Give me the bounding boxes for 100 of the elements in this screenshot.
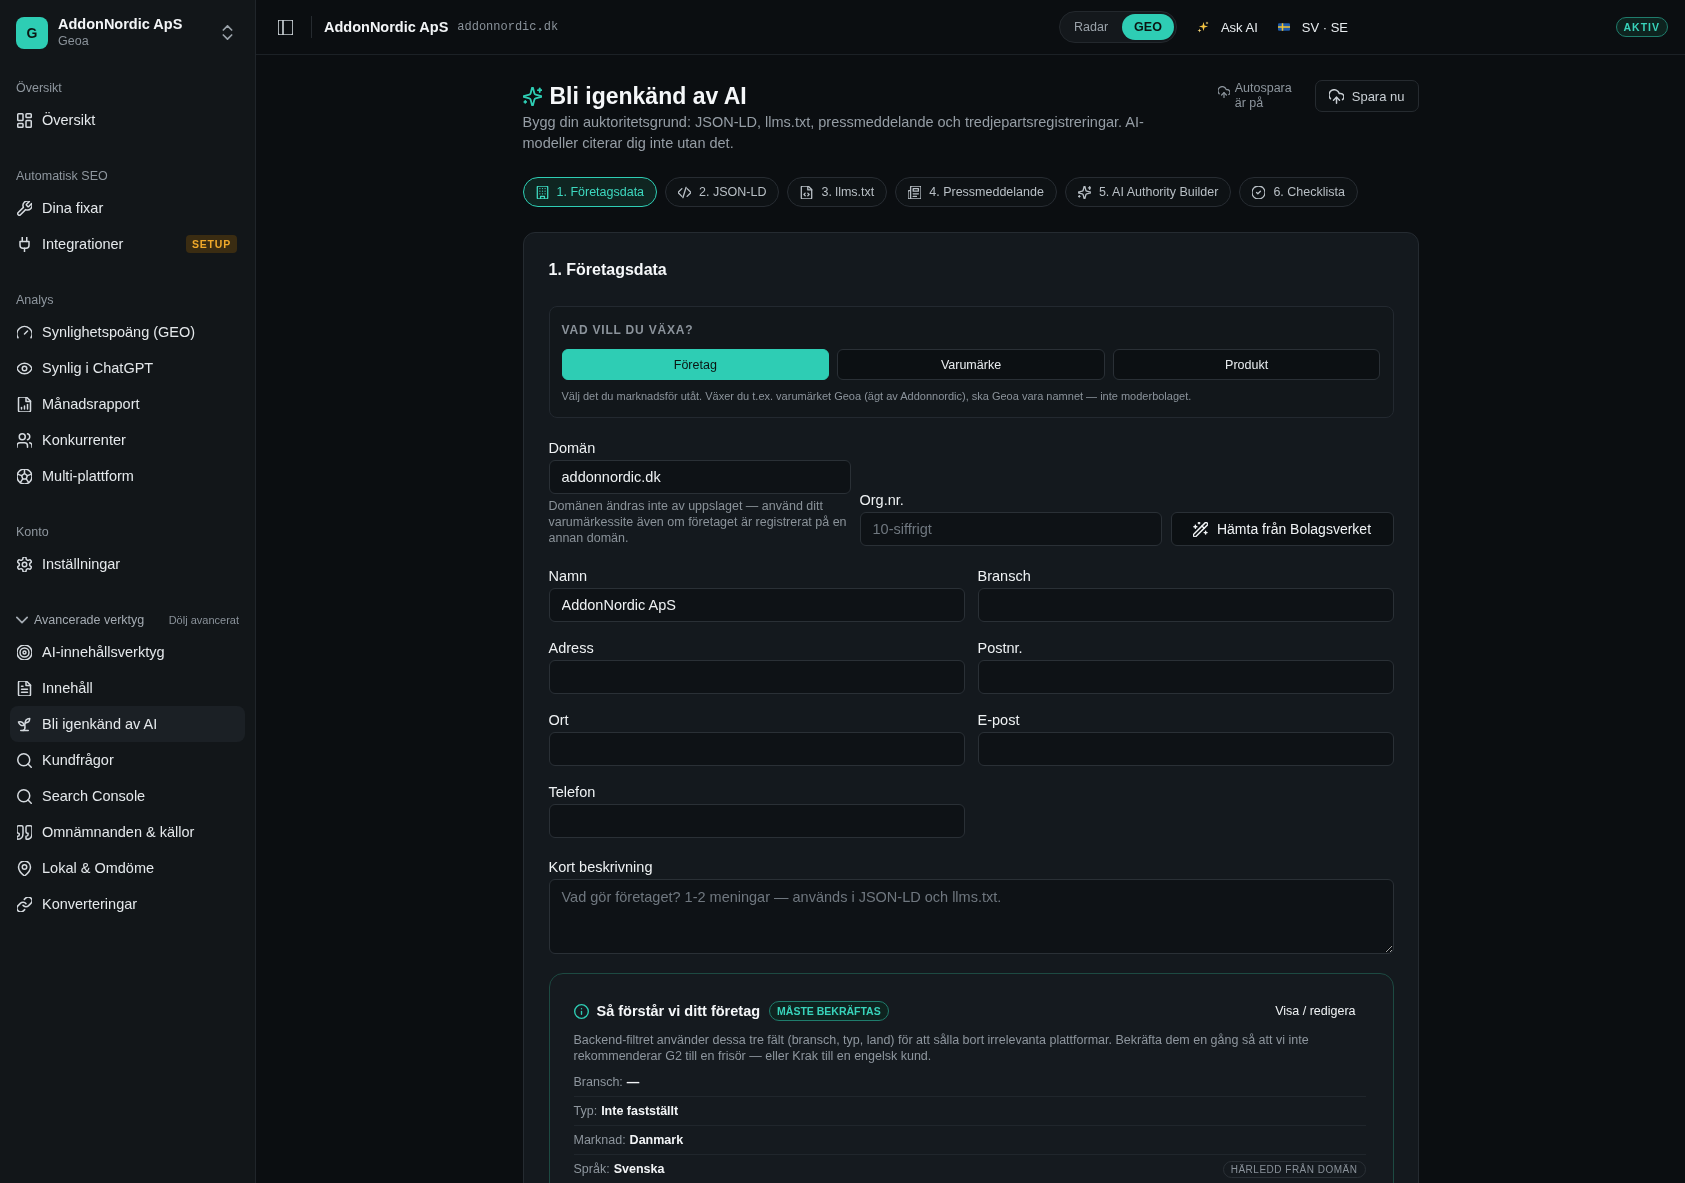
input-field[interactable] bbox=[548, 732, 965, 766]
nav-item[interactable]: Integrationer SETUP bbox=[10, 226, 245, 262]
field-label: Telefon bbox=[548, 783, 597, 802]
search-icon bbox=[17, 788, 32, 804]
plug-icon bbox=[17, 236, 32, 252]
chart-document-icon bbox=[17, 396, 32, 412]
nav-item[interactable]: Inställningar bbox=[10, 546, 245, 582]
autosave-status: Autospara är på bbox=[1234, 81, 1293, 111]
growth-option[interactable]: Varumärke bbox=[837, 349, 1105, 380]
tab[interactable]: 1. Företagsdata bbox=[522, 177, 658, 207]
fetch-button[interactable]: Hämta från Bolagsverket bbox=[1170, 512, 1394, 546]
field-label: Postnr. bbox=[977, 639, 1024, 658]
settings-icon bbox=[17, 556, 32, 572]
fact-value: — bbox=[626, 1075, 640, 1089]
nav-item[interactable]: Konkurrenter bbox=[10, 422, 245, 458]
field-label: Kort beskrivning bbox=[548, 858, 654, 877]
tab[interactable]: 4. Pressmeddelande bbox=[895, 177, 1057, 207]
mode-option[interactable]: GEO bbox=[1122, 14, 1174, 40]
code-icon bbox=[678, 185, 692, 199]
sparkles-icon bbox=[522, 86, 542, 106]
sparkles-icon bbox=[1077, 185, 1091, 199]
map-pin-icon bbox=[17, 860, 32, 876]
hide-advanced-link[interactable]: Dölj avancerat bbox=[168, 610, 239, 630]
code-file-icon bbox=[800, 185, 814, 199]
company-domain: addonnordic.dk bbox=[457, 20, 559, 34]
magic-wand-icon bbox=[1192, 521, 1208, 537]
quote-icon bbox=[17, 824, 32, 840]
tab[interactable]: 2. JSON-LD bbox=[665, 177, 780, 207]
sparkle-icon bbox=[1196, 21, 1209, 33]
nav-item[interactable]: Kundfrågor bbox=[10, 742, 245, 778]
section-label: Automatisk SEO bbox=[15, 168, 108, 185]
view-edit-link[interactable]: Visa / redigera bbox=[1265, 1001, 1366, 1021]
chevrons-up-down-icon[interactable] bbox=[220, 25, 235, 40]
understanding-description: Backend-filtret använder dessa tre fält (bransch, typ, land) för att sålla bort irrelevanta plattformar. Bekräfta dem en gång så att vi inte rekommenderar G2 till en frisör — eller Krak till en engelsk kund. bbox=[573, 1032, 1310, 1064]
fact-value: Inte fastställt bbox=[601, 1104, 679, 1118]
flag-icon bbox=[1277, 23, 1290, 31]
fact-value: Svenska bbox=[613, 1162, 665, 1176]
domain-field[interactable]: addonnordic.dk bbox=[548, 460, 851, 494]
nav-item[interactable]: AI-innehållsverktyg bbox=[10, 634, 245, 670]
fact-label: Bransch: bbox=[573, 1075, 623, 1089]
field-label: Ort bbox=[548, 711, 570, 730]
building-icon bbox=[535, 185, 549, 199]
understanding-title: Så förstår vi ditt företag bbox=[596, 1003, 761, 1019]
growth-option[interactable]: Produkt bbox=[1112, 349, 1381, 380]
nav-item[interactable]: Omnämnanden & källor bbox=[10, 814, 245, 850]
nav-item[interactable]: Search Console bbox=[10, 778, 245, 814]
section-toggle[interactable]: Avancerade verktyg bbox=[16, 608, 145, 632]
nav-item[interactable]: Synlig i ChatGPT bbox=[10, 350, 245, 386]
gauge-icon bbox=[17, 324, 32, 340]
tab[interactable]: 5. AI Authority Builder bbox=[1064, 177, 1232, 207]
nav-item[interactable]: Konverteringar bbox=[10, 886, 245, 922]
growth-option[interactable]: Företag bbox=[561, 349, 830, 380]
grid-icon bbox=[17, 112, 32, 128]
field-label: Domän bbox=[548, 439, 597, 458]
tab[interactable]: 6. Checklista bbox=[1239, 177, 1358, 207]
nav-item[interactable]: Översikt bbox=[10, 102, 245, 138]
input-field[interactable] bbox=[548, 660, 965, 694]
workspace-subtitle: Geoa bbox=[58, 32, 90, 50]
org-number-field[interactable]: 10-siffrigt bbox=[859, 512, 1162, 546]
workspace-logo: G bbox=[16, 16, 48, 49]
nav-item[interactable]: Synlighetspoäng (GEO) bbox=[10, 314, 245, 350]
language-selector[interactable]: SV · SE bbox=[1277, 15, 1348, 39]
mode-option[interactable]: Radar bbox=[1062, 14, 1121, 40]
target-icon bbox=[17, 644, 32, 660]
ball-icon bbox=[17, 468, 32, 484]
tab[interactable]: 3. llms.txt bbox=[787, 177, 888, 207]
fact-label: Marknad: bbox=[573, 1133, 626, 1147]
fact-value: Danmark bbox=[629, 1133, 684, 1147]
input-field[interactable] bbox=[977, 732, 1394, 766]
field-label: E-post bbox=[977, 711, 1021, 730]
input-field[interactable] bbox=[548, 804, 965, 838]
input-field[interactable] bbox=[977, 660, 1394, 694]
nav-item[interactable]: Dina fixar bbox=[10, 190, 245, 226]
document-icon bbox=[17, 680, 32, 696]
workspace-name: AddonNordic ApS bbox=[58, 15, 184, 33]
company-name: AddonNordic ApS bbox=[324, 19, 449, 35]
cloud-upload-icon bbox=[1328, 88, 1344, 104]
wrench-icon bbox=[17, 200, 32, 216]
search-icon bbox=[17, 752, 32, 768]
save-button[interactable]: Spara nu bbox=[1314, 80, 1419, 112]
section-label: Konto bbox=[15, 524, 49, 541]
eye-icon bbox=[17, 360, 32, 376]
nav-item[interactable]: Månadsrapport bbox=[10, 386, 245, 422]
nav-item[interactable]: Innehåll bbox=[10, 670, 245, 706]
growth-hint: Välj det du marknadsför utåt. Växer du t.ex. varumärket Geoa (ägt av Addonnordic), ska Geoa vara namnet — inte moderbolaget. bbox=[561, 389, 1193, 404]
status-badge: AKTIV bbox=[1615, 17, 1668, 37]
nav-item[interactable]: Bli igenkänd av AI bbox=[10, 706, 245, 742]
description-field[interactable]: Vad gör företaget? 1-2 meningar — används i JSON-LD och llms.txt. bbox=[548, 879, 1394, 954]
field-label: Bransch bbox=[977, 567, 1032, 586]
link-icon bbox=[17, 896, 32, 912]
nav-item[interactable]: Multi-plattform bbox=[10, 458, 245, 494]
section-label: Översikt bbox=[15, 80, 62, 97]
nav-item[interactable]: Lokal & Omdöme bbox=[10, 850, 245, 886]
status-badge: SETUP bbox=[186, 235, 237, 253]
card-title: 1. Företagsdata bbox=[548, 260, 668, 280]
fact-label: Typ: bbox=[573, 1104, 598, 1118]
sidebar-panel-icon[interactable] bbox=[278, 19, 293, 35]
ask-ai-button[interactable]: Ask AI bbox=[1196, 15, 1258, 39]
input-field[interactable]: AddonNordic ApS bbox=[548, 588, 965, 622]
input-field[interactable] bbox=[977, 588, 1394, 622]
